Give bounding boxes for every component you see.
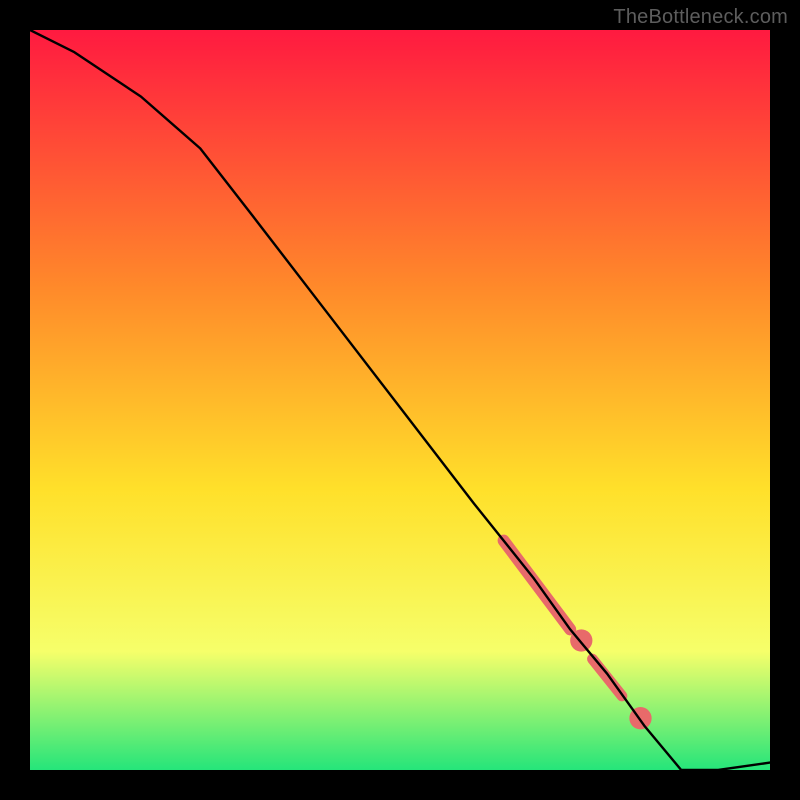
chart-stage: TheBottleneck.com — [0, 0, 800, 800]
watermark-text: TheBottleneck.com — [613, 6, 788, 29]
gradient-background — [30, 30, 770, 770]
plot-area — [30, 30, 770, 770]
chart-svg — [30, 30, 770, 770]
